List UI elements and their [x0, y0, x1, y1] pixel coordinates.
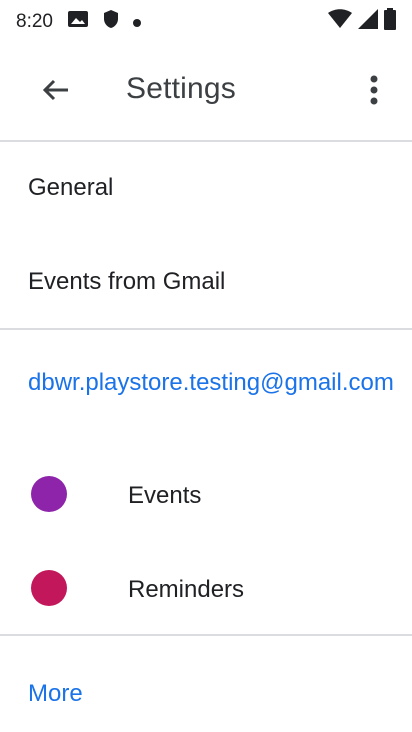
section-divider — [0, 634, 412, 636]
calendar-color-dot — [31, 570, 67, 606]
app-bar: Settings — [0, 44, 412, 140]
calendar-item-label: Reminders — [128, 576, 245, 603]
calendar-item-reminders[interactable]: Reminders — [0, 540, 412, 632]
battery-icon — [384, 8, 396, 36]
settings-item-events-from-gmail[interactable]: Events from Gmail — [0, 236, 412, 328]
shield-icon — [103, 9, 119, 35]
settings-item-general[interactable]: General — [0, 142, 412, 236]
section-divider — [0, 328, 412, 330]
status-bar: 8:20 — [0, 0, 412, 44]
arrow-back-icon — [42, 78, 70, 107]
page-title: Settings — [126, 72, 236, 105]
settings-item-events-from-gmail-label: Events from Gmail — [28, 268, 226, 295]
calendar-item-events[interactable]: Events — [0, 448, 412, 540]
back-button[interactable] — [28, 72, 84, 112]
account-email[interactable]: dbwr.playstore.testing@gmail.com — [28, 368, 394, 398]
calendar-item-label: Events — [128, 482, 202, 509]
more-options-button[interactable] — [358, 68, 390, 116]
settings-item-general-label: General — [28, 174, 114, 201]
signal-icon — [358, 9, 378, 35]
status-time: 8:20 — [16, 11, 53, 32]
wifi-icon — [328, 9, 352, 35]
dot-icon — [132, 11, 141, 33]
calendar-color-dot — [31, 476, 67, 512]
gallery-icon — [67, 9, 89, 35]
more-link[interactable]: More — [28, 680, 83, 708]
more-vert-icon — [370, 75, 378, 110]
